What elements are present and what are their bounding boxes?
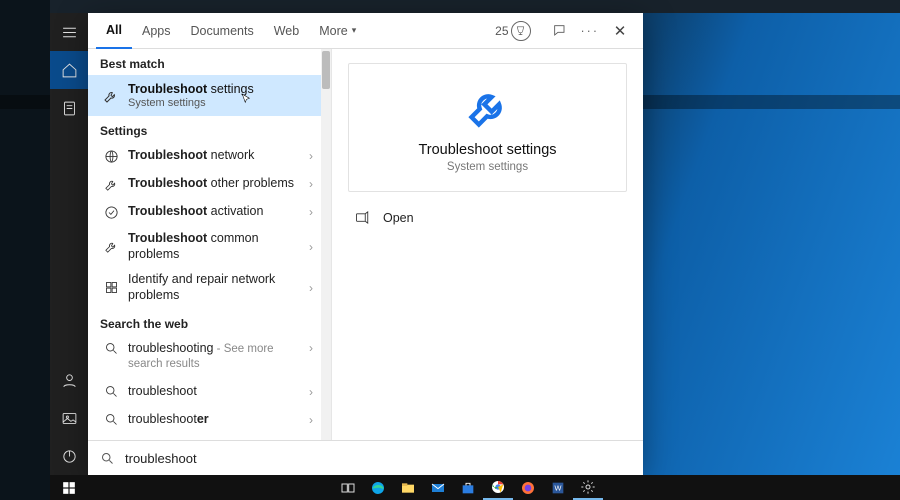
preview-pane: Troubleshoot settings System settings Op… [332, 49, 643, 440]
open-icon [354, 210, 369, 225]
close-icon[interactable]: ✕ [605, 22, 635, 40]
search-input[interactable] [125, 451, 631, 466]
wrench-icon [100, 88, 122, 104]
chevron-right-icon: › [309, 177, 313, 191]
settings-row-label: Troubleshoot other problems [122, 176, 309, 192]
globe-icon [100, 149, 122, 164]
open-label: Open [383, 211, 414, 225]
edge-icon[interactable] [363, 475, 393, 500]
settings-row[interactable]: Troubleshoot network › [88, 142, 331, 170]
group-settings: Settings [88, 116, 331, 142]
preview-subtitle: System settings [447, 161, 528, 173]
web-row[interactable]: troubleshooter › [88, 406, 331, 434]
start-button[interactable] [50, 475, 88, 500]
best-match-row[interactable]: Troubleshoot settings System settings [88, 75, 331, 116]
open-action[interactable]: Open [348, 210, 627, 225]
window-titlebar-strip [50, 0, 900, 13]
firefox-icon[interactable] [513, 475, 543, 500]
search-input-bar[interactable] [88, 440, 643, 475]
user-icon[interactable] [50, 361, 88, 399]
best-match-subtitle: System settings [128, 97, 254, 109]
tab-apps[interactable]: Apps [132, 13, 181, 48]
power-icon[interactable] [50, 437, 88, 475]
tab-documents[interactable]: Documents [180, 13, 263, 48]
wrench-icon [100, 239, 122, 254]
chevron-right-icon: › [309, 149, 313, 163]
web-row-label: troubleshooter [122, 412, 309, 428]
word-icon[interactable]: W [543, 475, 573, 500]
group-web: Search the web [88, 309, 331, 335]
settings-row-label: Troubleshoot network [122, 148, 309, 164]
best-match-title: Troubleshoot settings [128, 82, 254, 96]
search-flyout: All Apps Documents Web More 25 ··· ✕ Bes… [88, 13, 643, 475]
web-row[interactable]: troubleshoot settings › [88, 434, 331, 440]
group-best-match: Best match [88, 49, 331, 75]
settings-row[interactable]: Troubleshoot activation › [88, 198, 331, 226]
chevron-right-icon: › [309, 341, 313, 355]
settings-row-label: Troubleshoot activation [122, 204, 309, 220]
search-icon [100, 451, 115, 466]
gallery-icon[interactable] [50, 399, 88, 437]
settings-row[interactable]: Troubleshoot other problems › [88, 170, 331, 198]
taskbar: W [50, 475, 900, 500]
chevron-right-icon: › [309, 413, 313, 427]
start-rail [50, 13, 88, 475]
results-scrollbar[interactable] [321, 49, 331, 440]
settings-row[interactable]: Identify and repair network problems › [88, 267, 331, 308]
wrench-large-icon [466, 86, 510, 130]
tab-more[interactable]: More [309, 13, 366, 48]
web-row-label: troubleshoot [122, 384, 309, 400]
search-icon [100, 412, 122, 427]
search-icon [100, 341, 122, 356]
tab-all[interactable]: All [96, 14, 132, 49]
web-row[interactable]: troubleshoot › [88, 378, 331, 406]
settings-row-label: Identify and repair network problems [122, 272, 309, 303]
preview-card: Troubleshoot settings System settings [348, 63, 627, 192]
settings-row[interactable]: Troubleshoot common problems › [88, 226, 331, 267]
feedback-icon[interactable] [551, 22, 569, 40]
hamburger-icon[interactable] [50, 13, 88, 51]
preview-title: Troubleshoot settings [418, 142, 556, 158]
wrench-icon [100, 177, 122, 192]
web-row[interactable]: troubleshooting - See more search result… [88, 335, 331, 378]
web-row-label: troubleshooting - See more search result… [122, 341, 309, 372]
check-icon [100, 205, 122, 220]
chrome-icon[interactable] [483, 475, 513, 500]
grid-icon [100, 280, 122, 295]
chevron-right-icon: › [309, 205, 313, 219]
home-icon[interactable] [50, 51, 88, 89]
tab-web[interactable]: Web [264, 13, 309, 48]
store-icon[interactable] [453, 475, 483, 500]
rewards-icon[interactable] [511, 21, 531, 41]
taskview-icon[interactable] [333, 475, 363, 500]
mouse-cursor-icon [240, 93, 254, 112]
search-tabs: All Apps Documents Web More 25 ··· ✕ [88, 13, 643, 49]
svg-text:W: W [555, 483, 562, 492]
results-list: Best match Troubleshoot settings System … [88, 49, 332, 440]
settings-gear-icon[interactable] [573, 475, 603, 500]
mail-icon[interactable] [423, 475, 453, 500]
chevron-right-icon: › [309, 281, 313, 295]
document-icon[interactable] [50, 89, 88, 127]
rewards-points: 25 [495, 24, 508, 38]
settings-row-label: Troubleshoot common problems [122, 231, 309, 262]
chevron-right-icon: › [309, 385, 313, 399]
chevron-right-icon: › [309, 240, 313, 254]
explorer-icon[interactable] [393, 475, 423, 500]
search-icon [100, 384, 122, 399]
more-options-icon[interactable]: ··· [581, 24, 600, 38]
